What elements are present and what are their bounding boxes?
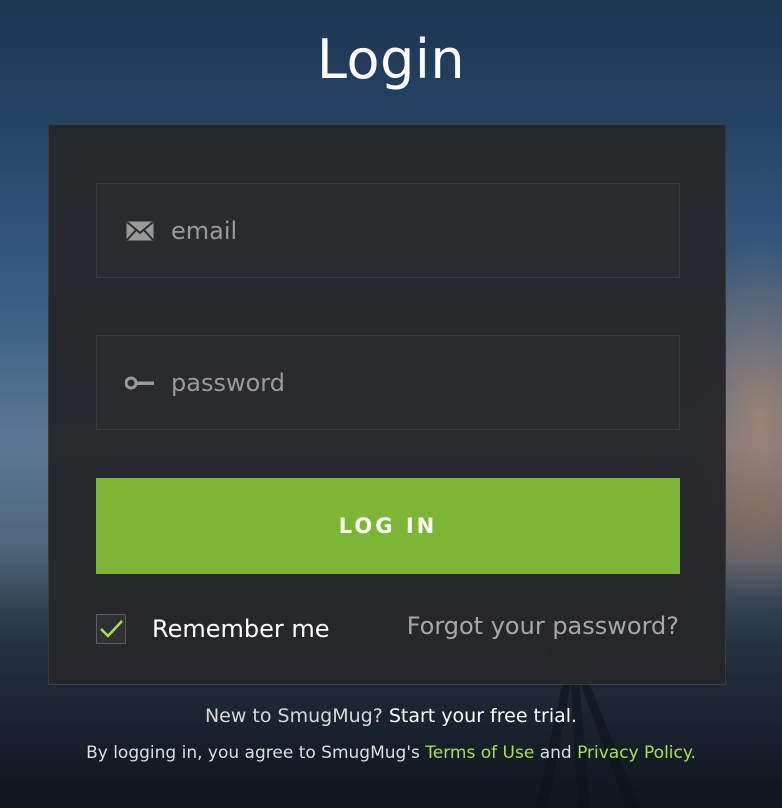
envelope-icon: [125, 220, 155, 241]
legal-and: and: [539, 743, 572, 763]
login-button[interactable]: LOG IN: [96, 478, 680, 574]
remember-me-label: Remember me: [152, 615, 330, 643]
page-title: Login: [316, 28, 466, 91]
free-trial-link[interactable]: Start your free trial.: [389, 705, 577, 727]
password-input[interactable]: [171, 352, 679, 413]
signup-line: New to SmugMug? Start your free trial.: [0, 705, 782, 727]
login-panel: LOG IN Remember me Forgot your password?: [48, 124, 726, 685]
email-input[interactable]: [171, 200, 679, 261]
legal-line: By logging in, you agree to SmugMug's Te…: [0, 743, 782, 763]
password-field[interactable]: [96, 335, 680, 430]
remember-me[interactable]: Remember me: [96, 614, 330, 644]
remember-me-checkbox[interactable]: [96, 614, 126, 644]
signup-prompt: New to SmugMug?: [204, 705, 383, 727]
legal-prefix: By logging in, you agree to SmugMug's: [86, 743, 420, 763]
email-field[interactable]: [96, 183, 680, 278]
checkmark-icon: [100, 620, 123, 638]
key-icon: [125, 376, 155, 390]
forgot-password-link[interactable]: Forgot your password?: [407, 612, 679, 640]
terms-of-use-link[interactable]: Terms of Use: [425, 743, 534, 763]
privacy-policy-link[interactable]: Privacy Policy.: [577, 743, 696, 763]
